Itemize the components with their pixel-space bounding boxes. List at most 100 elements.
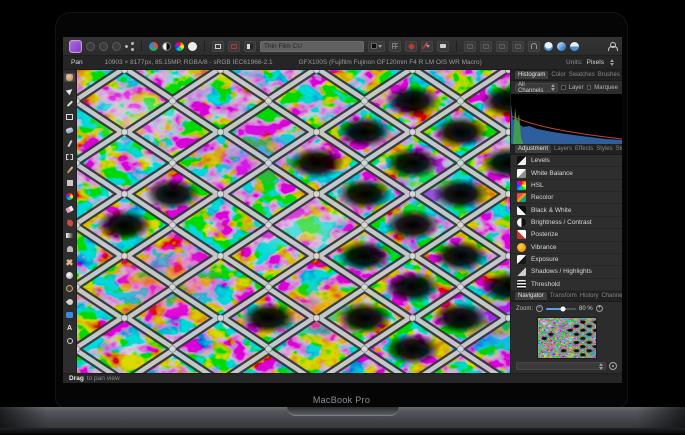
gradient-tool[interactable] — [64, 231, 75, 240]
opacity-toggle-icon[interactable] — [570, 41, 579, 51]
account-icon[interactable] — [607, 41, 618, 51]
layer-checkbox[interactable] — [560, 85, 566, 90]
auto-levels-icon[interactable] — [149, 41, 158, 51]
tab-brushes[interactable]: Brushes — [598, 72, 620, 78]
tab-layers[interactable]: Layers — [554, 146, 572, 152]
wand-icon — [67, 139, 72, 147]
navigator-thumbnail[interactable] — [536, 317, 597, 359]
pixel-tool[interactable] — [64, 179, 75, 188]
view-tool[interactable] — [64, 73, 75, 82]
text-tool[interactable]: A — [64, 324, 75, 333]
zoom-value[interactable]: 80 % — [579, 306, 593, 312]
adjustment-item-exposure[interactable]: Exposure — [511, 253, 622, 267]
tab-stock[interactable]: Stock — [616, 146, 622, 152]
viewpoint-dropdown[interactable] — [516, 362, 606, 370]
document-canvas[interactable] — [77, 70, 510, 373]
shape-tool[interactable] — [64, 310, 75, 319]
smudge-tool[interactable] — [64, 297, 75, 306]
grid-options-button[interactable] — [389, 40, 401, 52]
paint-brush-tool[interactable] — [64, 165, 75, 174]
move-tool[interactable] — [64, 86, 75, 95]
arrange-button-4[interactable] — [512, 40, 524, 52]
channels-dropdown[interactable]: All Channels — [515, 82, 558, 94]
develop-persona-icon[interactable] — [99, 41, 108, 51]
flood-select-tool[interactable] — [64, 139, 75, 148]
adjustment-item-recolor[interactable]: Recolor — [511, 192, 622, 205]
channels-stepper — [550, 84, 555, 91]
marquee-checkbox[interactable] — [586, 85, 592, 90]
adjustment-item-threshold[interactable]: Threshold — [511, 278, 622, 291]
tab-color[interactable]: Color — [551, 72, 565, 78]
tab-history[interactable]: History — [580, 293, 599, 299]
arrange-icon — [499, 43, 505, 49]
tab-swatches[interactable]: Swatches — [569, 72, 595, 78]
zoom-slider[interactable] — [546, 306, 577, 311]
auto-contrast-icon[interactable] — [162, 41, 171, 51]
brush-style-button[interactable] — [421, 40, 433, 52]
background-swatch-dropdown[interactable] — [368, 40, 385, 52]
toolbar-separator — [141, 40, 142, 52]
deselect-button[interactable] — [228, 40, 240, 52]
arrange-button-1[interactable] — [464, 40, 476, 52]
red-swatch-button[interactable] — [405, 40, 417, 52]
affinity-photo-icon[interactable] — [69, 39, 82, 53]
tone-mapping-persona-icon[interactable] — [112, 41, 121, 51]
top-toolbar — [63, 37, 622, 56]
tab-transform[interactable]: Transform — [550, 293, 577, 299]
selection-brush-tool[interactable] — [64, 126, 75, 135]
selection-square-button[interactable] — [212, 40, 224, 52]
arrange-button-3[interactable] — [496, 40, 508, 52]
adjustment-item-levels[interactable]: Levels — [511, 155, 622, 168]
invert-selection-button[interactable] — [244, 40, 256, 52]
tab-navigator[interactable]: Navigator — [515, 292, 547, 300]
auto-colour-icon[interactable] — [175, 41, 184, 51]
adjustment-item-label: Posterize — [531, 231, 559, 239]
tab-channels[interactable]: Channels — [601, 293, 622, 299]
workspace: A Histogram Color Swatches Brushes All C… — [63, 70, 622, 373]
tab-histogram[interactable]: Histogram — [515, 71, 549, 79]
liquify-persona-icon[interactable] — [86, 41, 95, 51]
clone-brush-tool[interactable] — [64, 244, 75, 253]
assistant-button[interactable] — [437, 40, 449, 52]
burn-brush-tool[interactable] — [64, 284, 75, 293]
dodge-brush-tool[interactable] — [64, 271, 75, 280]
adjustment-item-shadows-highlights[interactable]: Shadows / Highlights — [511, 266, 622, 279]
gear-icon[interactable] — [609, 362, 617, 370]
adjustment-item-brightness-contrast[interactable]: Brightness / Contrast — [511, 216, 622, 230]
adjustment-item-black-white[interactable]: Black & White — [511, 204, 622, 217]
adjustment-tab-row: Adjustment Layers Effects Styles Stock — [511, 144, 622, 155]
adjustment-item-posterize[interactable]: Posterize — [511, 229, 622, 242]
context-toolbar: Pan 10903 × 8177px, 85.15MP, RGBA/8 - sR… — [63, 56, 622, 70]
flood-fill-tool[interactable] — [64, 218, 75, 227]
units-value[interactable]: Pixels — [587, 59, 604, 66]
zoom-tool[interactable] — [64, 337, 75, 346]
paint-mixer-brush-tool[interactable] — [64, 192, 75, 201]
pixel-alignment-icon[interactable] — [557, 41, 566, 51]
healing-brush-tool[interactable] — [64, 257, 75, 268]
chevron-up-icon — [610, 59, 614, 62]
zoom-slider-thumb[interactable] — [560, 306, 566, 311]
adjustment-item-label: Exposure — [531, 256, 559, 264]
arrange-button-2[interactable] — [480, 40, 492, 52]
snapping-button[interactable] — [528, 40, 540, 52]
zoom-out-icon[interactable]: − — [536, 305, 544, 312]
adjustment-item-vibrance[interactable]: Vibrance — [511, 241, 622, 254]
chevron-up-icon — [550, 84, 555, 87]
units-stepper[interactable] — [610, 59, 614, 66]
status-action: Drag — [69, 375, 84, 382]
toolbar-separator — [204, 40, 205, 52]
tab-styles[interactable]: Styles — [596, 146, 612, 152]
export-persona-icon[interactable] — [125, 41, 134, 51]
marquee-tool[interactable] — [64, 152, 75, 161]
adjustment-item-white-balance[interactable]: White Balance — [511, 167, 622, 180]
document-title-input[interactable] — [260, 40, 364, 52]
crop-tool[interactable] — [64, 113, 75, 122]
adjustment-item-hsl[interactable]: HSL — [511, 179, 622, 193]
color-picker-tool[interactable] — [64, 99, 75, 108]
zoom-in-icon[interactable]: + — [595, 305, 603, 312]
tab-adjustment[interactable]: Adjustment — [515, 145, 552, 153]
erase-brush-tool[interactable] — [64, 205, 75, 214]
hardness-toggle-icon[interactable] — [544, 41, 553, 51]
auto-white-balance-icon[interactable] — [188, 41, 197, 51]
tab-effects[interactable]: Effects — [575, 146, 593, 152]
